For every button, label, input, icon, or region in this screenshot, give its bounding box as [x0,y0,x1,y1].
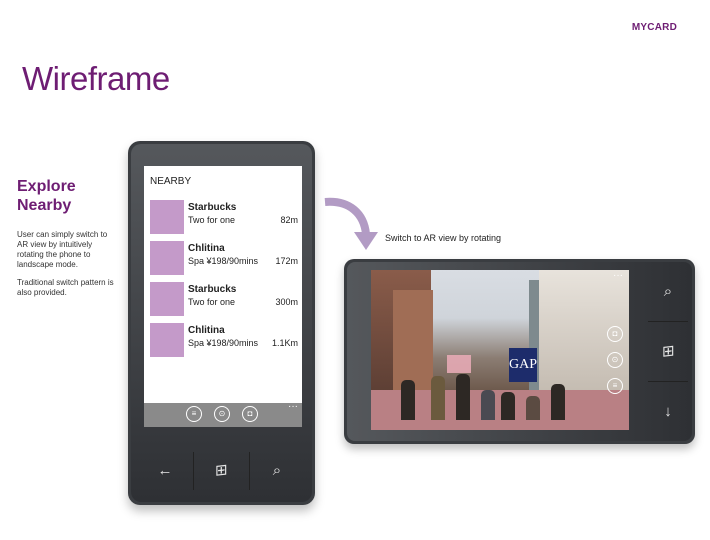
more-menu-icon[interactable]: ··· [288,401,298,412]
item-distance: 172m [275,256,298,266]
hardware-buttons: ⌕ ⊞ ↓ [644,262,692,441]
app-bar: ≡ ⊙ ◘ ··· [144,401,302,427]
list-view-icon[interactable]: ≡ [186,406,202,422]
item-thumbnail [150,200,184,234]
item-thumbnail [150,323,184,357]
item-distance: 300m [275,297,298,307]
rotate-arrow-icon [324,197,378,250]
item-name: Chlitina [188,325,225,336]
location-icon[interactable]: ⊙ [607,352,623,368]
slide-title: Wireframe [22,60,170,97]
camera-icon[interactable]: ◘ [607,326,623,342]
person [526,396,540,420]
person [481,390,495,420]
hardware-buttons: ← ⊞ ⌕ [138,448,305,494]
explore-paragraph-1: User can simply switch to AR view by int… [17,230,108,269]
brand-label: MYCARD [631,22,677,33]
search-button[interactable]: ⌕ [250,448,304,494]
location-icon[interactable]: ⊙ [214,406,230,422]
item-thumbnail [150,241,184,275]
person [401,380,415,420]
item-distance: 1.1Km [271,338,298,348]
portrait-phone: NEARBY Starbucks Two for one 82m Chlitin… [128,141,315,505]
list-item[interactable]: Chlitina Spa ¥198/90mins 172m [150,241,302,277]
item-description: Spa ¥198/90mins [188,256,259,266]
explore-heading-line2: Nearby [17,197,72,214]
explore-heading: Explore Nearby [17,177,76,215]
ar-marker[interactable] [447,355,471,373]
back-button[interactable]: ← [138,448,192,494]
more-menu-icon[interactable]: ··· [613,270,623,281]
person [431,376,445,420]
list-item[interactable]: Starbucks Two for one 300m [150,282,302,318]
person [551,384,565,420]
explore-heading-line1: Explore [17,178,76,195]
nearby-title: NEARBY [150,176,192,187]
item-name: Chlitina [188,243,225,254]
explore-paragraph-2: Traditional switch pattern is also provi… [17,278,114,297]
windows-icon: ⊞ [661,342,675,361]
person [456,374,470,420]
slide: MYCARD Wireframe Explore Nearby User can… [0,0,710,540]
camera-icon[interactable]: ◘ [242,406,258,422]
rotate-caption: Switch to AR view by rotating [385,233,502,243]
list-item[interactable]: Starbucks Two for one 82m [150,200,302,236]
gap-sign[interactable]: GAP [509,348,537,382]
landscape-phone: GAP ··· ◘ ⊙ ≡ ⌕ ⊞ ↓ [344,259,695,444]
nearby-screen: NEARBY Starbucks Two for one 82m Chlitin… [144,166,302,427]
item-distance: 82m [280,215,298,225]
person [501,392,515,420]
windows-button[interactable]: ⊞ [644,322,692,381]
list-item[interactable]: Chlitina Spa ¥198/90mins 1.1Km [150,323,302,359]
back-button[interactable]: ↓ [644,382,692,441]
item-thumbnail [150,282,184,316]
windows-button[interactable]: ⊞ [194,448,248,494]
item-name: Starbucks [188,284,237,295]
ar-view-screen: GAP ··· ◘ ⊙ ≡ [371,270,629,430]
search-button[interactable]: ⌕ [644,262,692,321]
item-description: Two for one [188,297,236,307]
list-view-icon[interactable]: ≡ [607,378,623,394]
item-description: Spa ¥198/90mins [188,338,259,348]
item-description: Two for one [188,215,236,225]
windows-icon: ⊞ [214,461,228,480]
item-name: Starbucks [188,202,237,213]
